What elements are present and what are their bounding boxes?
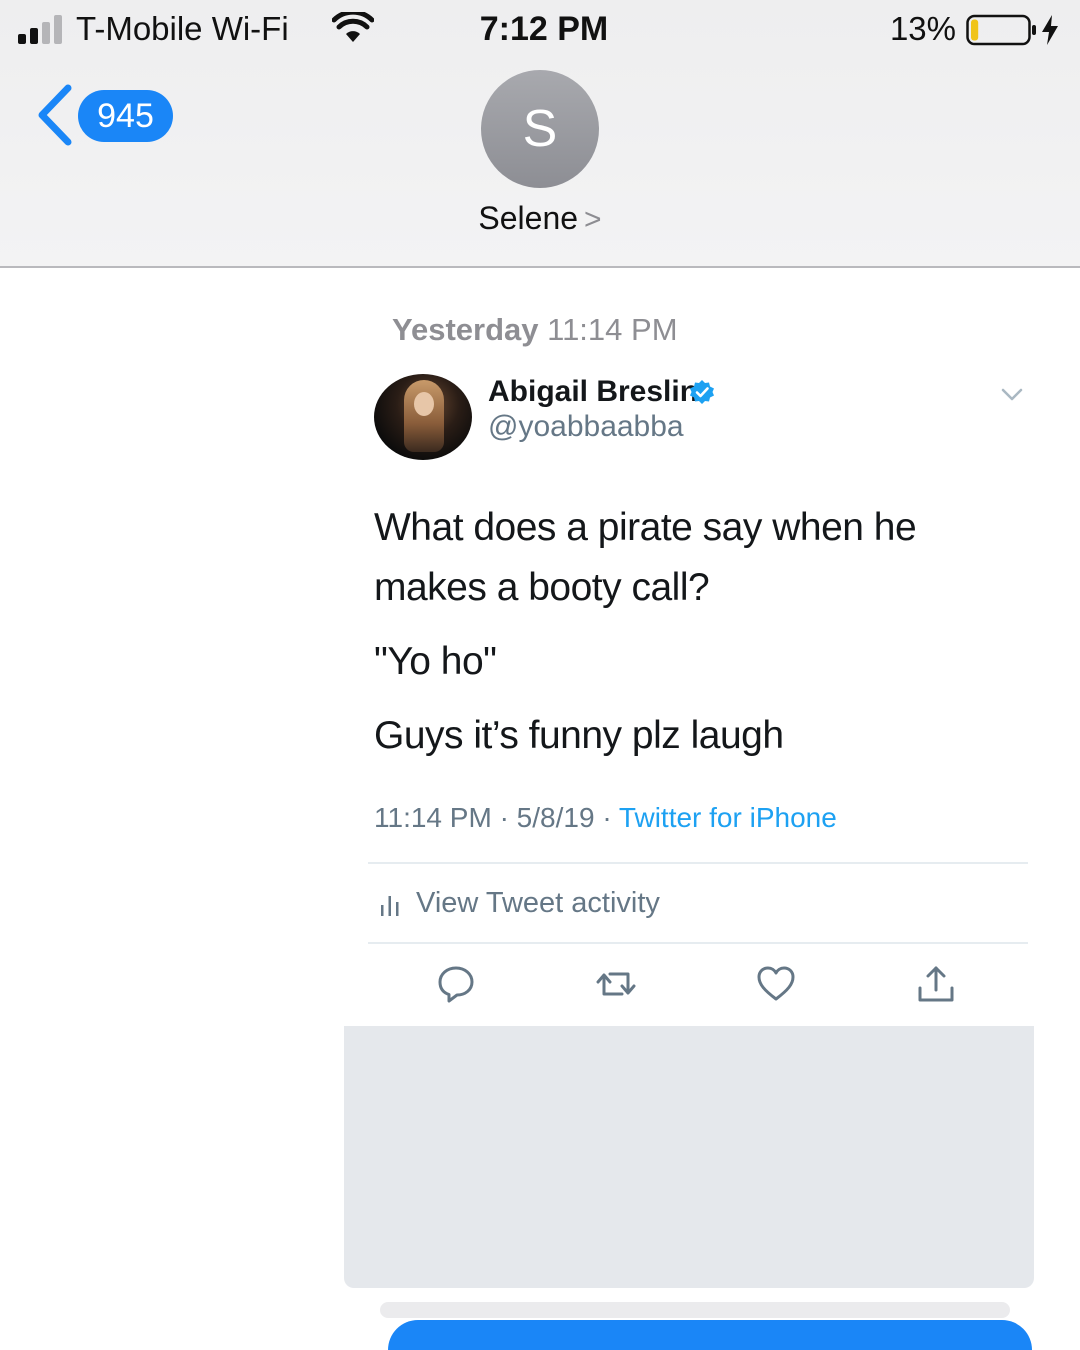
view-tweet-activity-link[interactable]: View Tweet activity [416,887,660,920]
tweet-author-name[interactable]: Abigail Breslin [488,375,698,409]
back-unread-count[interactable]: 945 [78,90,173,142]
avatar-face [414,392,434,416]
verified-badge-icon [690,380,714,404]
message-timestamp: Yesterday 11:14 PM [392,312,678,348]
tweet-source-link[interactable]: Twitter for iPhone [619,802,837,833]
tweet-time: 11:14 PM [374,802,492,833]
status-bar: T-Mobile Wi-Fi 7:12 PM 13% [0,0,1080,60]
tweet-text-line: Guys it’s funny plz laugh [374,714,784,757]
battery-percent: 13% [889,10,956,47]
tweet-text-line: makes a booty call? [374,566,710,609]
tweet-text-line: What does a pirate say when he [374,506,917,549]
tweet-meta: 11:14 PM · 5/8/19 · Twitter for iPhone [374,802,837,834]
tweet-date: 5/8/19 [516,802,595,833]
share-icon[interactable] [916,964,956,1004]
tweet-text-line: "Yo ho" [374,640,497,683]
status-time-text: 7:12 PM [479,10,609,48]
contact-name: Selene [478,200,579,236]
battery-icon [966,14,1036,46]
chevron-down-icon[interactable] [1000,384,1024,404]
timestamp-day: Yesterday [392,312,539,347]
tweet-author-handle[interactable]: @yoabbaabba [488,410,684,444]
tweet-author-avatar[interactable] [374,374,472,460]
contact-avatar[interactable]: S [481,70,599,188]
timestamp-time: 11:14 PM [547,312,678,347]
activity-chart-icon[interactable] [380,893,400,917]
meta-separator: · [602,802,612,833]
like-heart-icon[interactable] [756,964,796,1004]
divider [368,942,1028,944]
contact-name-button[interactable]: Selene > [0,200,1080,237]
back-chevron-icon[interactable] [34,84,74,146]
link-preview-placeholder[interactable] [344,1026,1034,1288]
reply-icon[interactable] [436,964,476,1004]
divider [368,862,1028,864]
conversation-header: T-Mobile Wi-Fi 7:12 PM 13% 945 S Selene > [0,0,1080,268]
meta-separator: · [499,802,509,833]
sent-message-bubble[interactable] [388,1320,1032,1350]
chevron-right-icon: > [584,203,602,236]
charging-bolt-icon [1042,15,1058,45]
message-stack-edge [380,1302,1010,1318]
retweet-icon[interactable] [596,964,636,1004]
avatar-hair [404,380,444,452]
